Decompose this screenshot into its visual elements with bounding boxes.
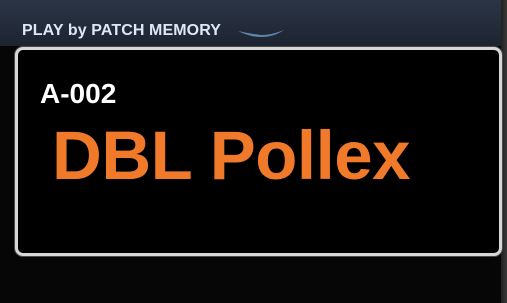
patch-number: A-002 (40, 78, 117, 109)
swoosh-icon (238, 30, 284, 37)
patch-name: DBL Pollex (52, 117, 411, 194)
mode-label: PLAY by PATCH MEMORY (22, 22, 222, 39)
mode-header: PLAY by PATCH MEMORY (0, 0, 507, 46)
device-screen: PLAY by PATCH MEMORY A-002 DBL Pollex (0, 0, 507, 303)
patch-panel[interactable]: A-002 DBL Pollex (15, 47, 502, 256)
